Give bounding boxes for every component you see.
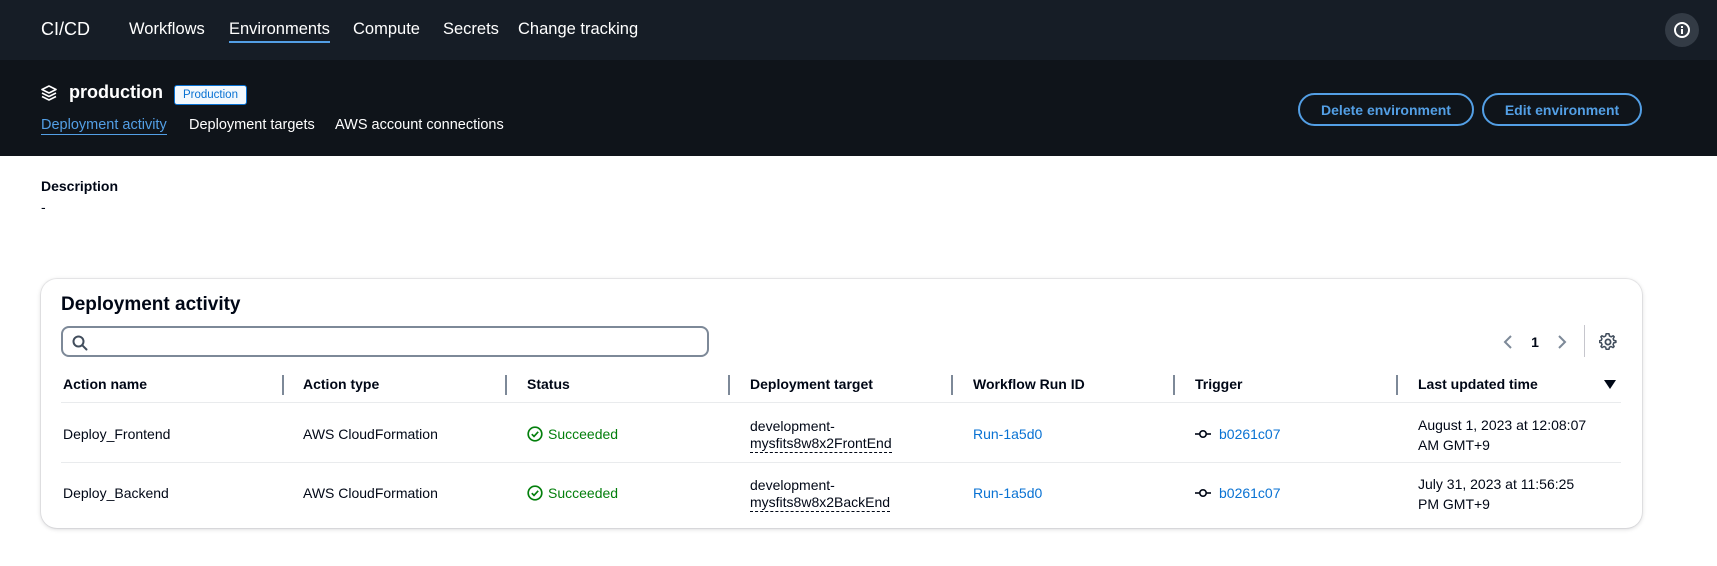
tab-aws-account-connections[interactable]: AWS account connections: [335, 117, 504, 133]
target-name-line1: development-: [750, 477, 835, 493]
updated-time-line1: July 31, 2023 at 11:56:25: [1418, 476, 1575, 492]
gear-icon: [1599, 333, 1617, 351]
column-resizer[interactable]: [951, 375, 953, 395]
sort-descending-icon[interactable]: [1604, 380, 1616, 390]
tab-deployment-targets[interactable]: Deployment targets: [189, 117, 315, 133]
column-resizer[interactable]: [505, 375, 507, 395]
chevron-left-icon: [1503, 335, 1512, 349]
git-commit-icon: [1195, 429, 1211, 439]
column-header-trigger[interactable]: Trigger: [1195, 376, 1242, 392]
cell-status: Succeeded: [527, 485, 618, 501]
git-commit-icon: [1195, 488, 1211, 498]
previous-page-button[interactable]: [1500, 331, 1516, 353]
updated-time-line1: August 1, 2023 at 12:08:07: [1418, 417, 1587, 433]
cell-status: Succeeded: [527, 426, 618, 442]
column-resizer[interactable]: [1396, 375, 1398, 395]
column-resizer[interactable]: [1173, 375, 1175, 395]
column-header-status[interactable]: Status: [527, 376, 570, 392]
status-text: Succeeded: [548, 485, 619, 501]
cell-action-name: Deploy_Frontend: [63, 426, 171, 442]
cell-last-updated: July 31, 2023 at 11:56:25 PM GMT+9: [1418, 474, 1574, 514]
header-divider: [61, 402, 1621, 403]
column-header-deployment-target[interactable]: Deployment target: [750, 376, 873, 392]
nav-environments[interactable]: Environments: [229, 20, 330, 43]
target-name-line2: mysfits8w8x2BackEnd: [750, 494, 891, 512]
commit-link[interactable]: b0261c07: [1219, 426, 1281, 442]
cell-action-name: Deploy_Backend: [63, 485, 169, 501]
cell-deployment-target[interactable]: development- mysfits8w8x2BackEnd: [750, 477, 891, 512]
environment-type-badge: Production: [174, 85, 247, 105]
tab-deployment-activity[interactable]: Deployment activity: [41, 117, 167, 135]
cell-trigger: b0261c07: [1195, 485, 1281, 501]
deployment-activity-panel: Deployment activity 1 Action name Action…: [41, 279, 1642, 528]
column-header-action-name[interactable]: Action name: [63, 376, 147, 392]
column-resizer[interactable]: [282, 375, 284, 395]
cell-trigger: b0261c07: [1195, 426, 1281, 442]
top-navigation: CI/CD Workflows Environments Compute Sec…: [0, 0, 1717, 60]
delete-environment-button[interactable]: Delete environment: [1298, 93, 1474, 126]
chevron-right-icon: [1558, 335, 1567, 349]
layers-icon: [41, 85, 57, 101]
info-circle-icon: [1674, 22, 1690, 38]
workflow-run-link[interactable]: Run-1a5d0: [973, 426, 1042, 442]
nav-compute[interactable]: Compute: [353, 20, 420, 39]
brand-title[interactable]: CI/CD: [41, 19, 90, 40]
info-button[interactable]: [1665, 13, 1699, 47]
workflow-run-link[interactable]: Run-1a5d0: [973, 485, 1042, 501]
commit-link[interactable]: b0261c07: [1219, 485, 1281, 501]
nav-change-tracking[interactable]: Change tracking: [518, 20, 638, 39]
nav-secrets[interactable]: Secrets: [443, 20, 499, 39]
updated-time-line2: AM GMT+9: [1418, 437, 1490, 453]
pager-divider: [1584, 325, 1585, 357]
panel-title: Deployment activity: [61, 294, 241, 315]
column-header-workflow-run-id[interactable]: Workflow Run ID: [973, 376, 1085, 392]
cell-action-type: AWS CloudFormation: [303, 426, 438, 442]
description-label: Description: [41, 178, 119, 194]
updated-time-line2: PM GMT+9: [1418, 496, 1490, 512]
target-name-line1: development-: [750, 418, 835, 434]
next-page-button[interactable]: [1554, 331, 1570, 353]
column-header-last-updated-time[interactable]: Last updated time: [1418, 376, 1538, 392]
row-divider: [61, 462, 1621, 463]
nav-workflows[interactable]: Workflows: [129, 20, 205, 39]
column-header-action-type[interactable]: Action type: [303, 376, 379, 392]
search-input[interactable]: [61, 326, 709, 357]
search-icon: [72, 335, 88, 351]
cell-last-updated: August 1, 2023 at 12:08:07 AM GMT+9: [1418, 415, 1586, 455]
cell-deployment-target[interactable]: development- mysfits8w8x2FrontEnd: [750, 418, 892, 453]
description-value: -: [41, 199, 46, 215]
target-name-line2: mysfits8w8x2FrontEnd: [750, 435, 892, 453]
column-resizer[interactable]: [728, 375, 730, 395]
current-page-number[interactable]: 1: [1527, 331, 1543, 353]
environment-header: production Production Deployment activit…: [0, 60, 1717, 156]
success-check-icon: [527, 426, 543, 442]
cell-action-type: AWS CloudFormation: [303, 485, 438, 501]
table-preferences-button[interactable]: [1597, 331, 1619, 353]
status-text: Succeeded: [548, 426, 619, 442]
environment-name: production: [69, 82, 163, 102]
edit-environment-button[interactable]: Edit environment: [1482, 93, 1642, 126]
success-check-icon: [527, 485, 543, 501]
